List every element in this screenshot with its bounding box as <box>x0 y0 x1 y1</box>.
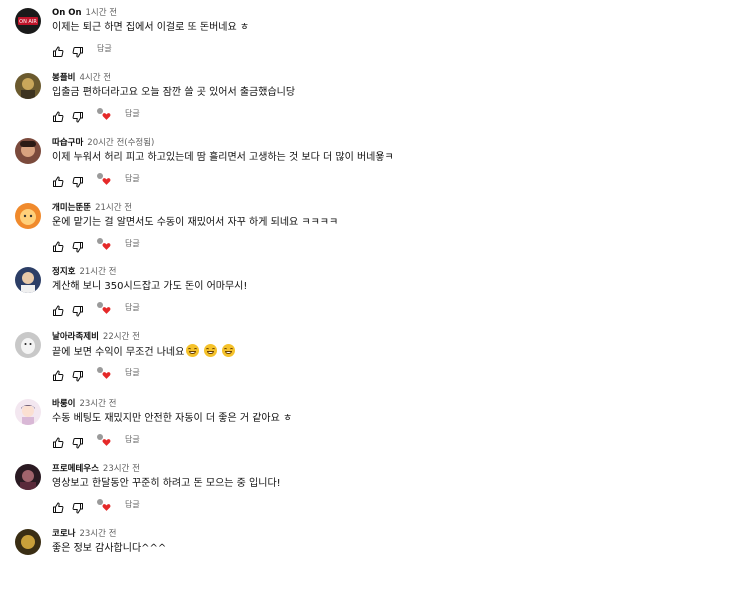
avatar[interactable]: ON AIR <box>15 8 41 34</box>
comment-time[interactable]: 20시간 전(수정됨) <box>87 138 154 148</box>
reply-button[interactable]: 답글 <box>125 238 140 250</box>
comment-item: 정지호 21시간 전 계산해 보니 350시드잡고 가도 돈이 어마무시! 답글 <box>0 267 742 327</box>
avatar[interactable] <box>15 464 41 490</box>
comment-text: 입출금 편하더라고요 오늘 잠깐 쓸 곳 있어서 출금했습니당 <box>52 87 296 98</box>
thumbs-down-icon[interactable] <box>72 367 84 382</box>
comment-text: 계산해 보니 350시드잡고 가도 돈이 어마무시! <box>52 281 248 292</box>
reply-button[interactable]: 답글 <box>125 499 140 511</box>
thumbs-down-icon[interactable] <box>72 108 84 123</box>
comment-author[interactable]: 바룽이 <box>52 399 75 409</box>
comment-author[interactable]: 개미는뚠뚠 <box>52 203 91 213</box>
grinning-emoji-icon <box>222 344 236 357</box>
comment-item: 프로메테우스 23시간 전 영상보고 한달동안 꾸준히 하려고 돈 모으는 중 입… <box>0 464 742 524</box>
comment-text: 운에 맡기는 걸 알면서도 수동이 재밌어서 자꾸 하게 되네요 ㅋㅋㅋㅋ <box>52 217 339 228</box>
thumbs-up-icon[interactable] <box>52 173 64 187</box>
comment-text: 이제 누워서 허리 피고 하고있는데 땀 흘리면서 고생하는 것 보다 더 많이… <box>52 152 394 163</box>
comment-text: 영상보고 한달동안 꾸준히 하려고 돈 모으는 중 입니다! <box>52 478 281 489</box>
avatar[interactable] <box>15 332 41 358</box>
comment-item: 봉플비 4시간 전 입출금 편하더라고요 오늘 잠깐 쓸 곳 있어서 출금했습니당… <box>0 73 742 133</box>
comment-author[interactable]: 날아라족제비 <box>52 332 99 342</box>
thumbs-down-icon[interactable] <box>72 173 84 188</box>
grinning-emoji-icon <box>186 344 200 357</box>
thumbs-down-icon[interactable] <box>72 238 84 253</box>
avatar[interactable] <box>15 138 41 164</box>
grinning-emoji-icon <box>204 344 218 357</box>
avatar[interactable] <box>15 529 41 555</box>
avatar[interactable] <box>15 73 41 99</box>
comment-text: 이제는 퇴근 하면 집에서 이걸로 또 돈버네요 ㅎ <box>52 22 250 33</box>
comment-item: ON AIR On On 1시간 전 이제는 퇴근 하면 집에서 이걸로 또 돈버… <box>0 8 742 68</box>
comment-time[interactable]: 23시간 전 <box>79 529 116 539</box>
thumbs-up-icon[interactable] <box>52 302 64 316</box>
reply-button[interactable]: 답글 <box>125 302 140 314</box>
comment-time[interactable]: 21시간 전 <box>95 203 132 213</box>
comment-author[interactable]: 따습구마 <box>52 138 83 148</box>
creator-heart-icon <box>97 302 113 316</box>
comment-time[interactable]: 23시간 전 <box>79 399 116 409</box>
comment-item: 따습구마 20시간 전(수정됨) 이제 누워서 허리 피고 하고있는데 땀 흘리면… <box>0 138 742 198</box>
avatar[interactable] <box>15 203 41 229</box>
reply-button[interactable]: 답글 <box>125 108 140 120</box>
comment-time[interactable]: 22시간 전 <box>103 332 140 342</box>
thumbs-down-icon[interactable] <box>72 434 84 449</box>
comment-text: 수동 베팅도 재밌지만 안전한 자동이 더 좋은 거 같아요 ㅎ <box>52 413 293 424</box>
thumbs-down-icon[interactable] <box>72 43 84 58</box>
thumbs-up-icon[interactable] <box>52 43 64 57</box>
avatar[interactable] <box>15 267 41 293</box>
avatar[interactable] <box>15 399 41 425</box>
reply-button[interactable]: 답글 <box>125 434 140 446</box>
comment-author[interactable]: 봉플비 <box>52 73 75 83</box>
comment-time[interactable]: 4시간 전 <box>79 73 111 83</box>
comment-author[interactable]: 정지호 <box>52 267 75 277</box>
reply-button[interactable]: 답글 <box>97 43 112 55</box>
comment-item: 바룽이 23시간 전 수동 베팅도 재밌지만 안전한 자동이 더 좋은 거 같아요… <box>0 399 742 459</box>
thumbs-down-icon[interactable] <box>72 302 84 317</box>
thumbs-up-icon[interactable] <box>52 434 64 448</box>
comment-item: 날아라족제비 22시간 전 끝에 보면 수익이 무조건 나네요 답글 <box>0 332 742 392</box>
avatar-onair-text: ON AIR <box>19 19 37 25</box>
comment-text: 좋은 정보 감사합니다^^^ <box>52 543 167 554</box>
comment-time[interactable]: 21시간 전 <box>79 267 116 277</box>
reply-button[interactable]: 답글 <box>125 367 140 379</box>
creator-heart-icon <box>97 238 113 252</box>
creator-heart-icon <box>97 173 113 187</box>
reply-button[interactable]: 답글 <box>125 173 140 185</box>
thumbs-up-icon[interactable] <box>52 108 64 122</box>
comment-time[interactable]: 23시간 전 <box>103 464 140 474</box>
comment-author[interactable]: 코로나 <box>52 529 75 539</box>
creator-heart-icon <box>97 108 113 122</box>
creator-heart-icon <box>97 367 113 381</box>
comment-time[interactable]: 1시간 전 <box>86 8 118 18</box>
comment-item: 코로나 23시간 전 좋은 정보 감사합니다^^^ <box>0 529 742 589</box>
comment-author[interactable]: On On <box>52 8 82 18</box>
comment-item: 개미는뚠뚠 21시간 전 운에 맡기는 걸 알면서도 수동이 재밌어서 자꾸 하게… <box>0 203 742 263</box>
comment-text: 끝에 보면 수익이 무조건 나네요 <box>52 344 236 360</box>
creator-heart-icon <box>97 499 113 513</box>
thumbs-up-icon[interactable] <box>52 367 64 381</box>
creator-heart-icon <box>97 434 113 448</box>
thumbs-down-icon[interactable] <box>72 499 84 514</box>
comment-text-body: 끝에 보면 수익이 무조건 나네요 <box>52 347 185 358</box>
comment-author[interactable]: 프로메테우스 <box>52 464 99 474</box>
thumbs-up-icon[interactable] <box>52 499 64 513</box>
thumbs-up-icon[interactable] <box>52 238 64 252</box>
